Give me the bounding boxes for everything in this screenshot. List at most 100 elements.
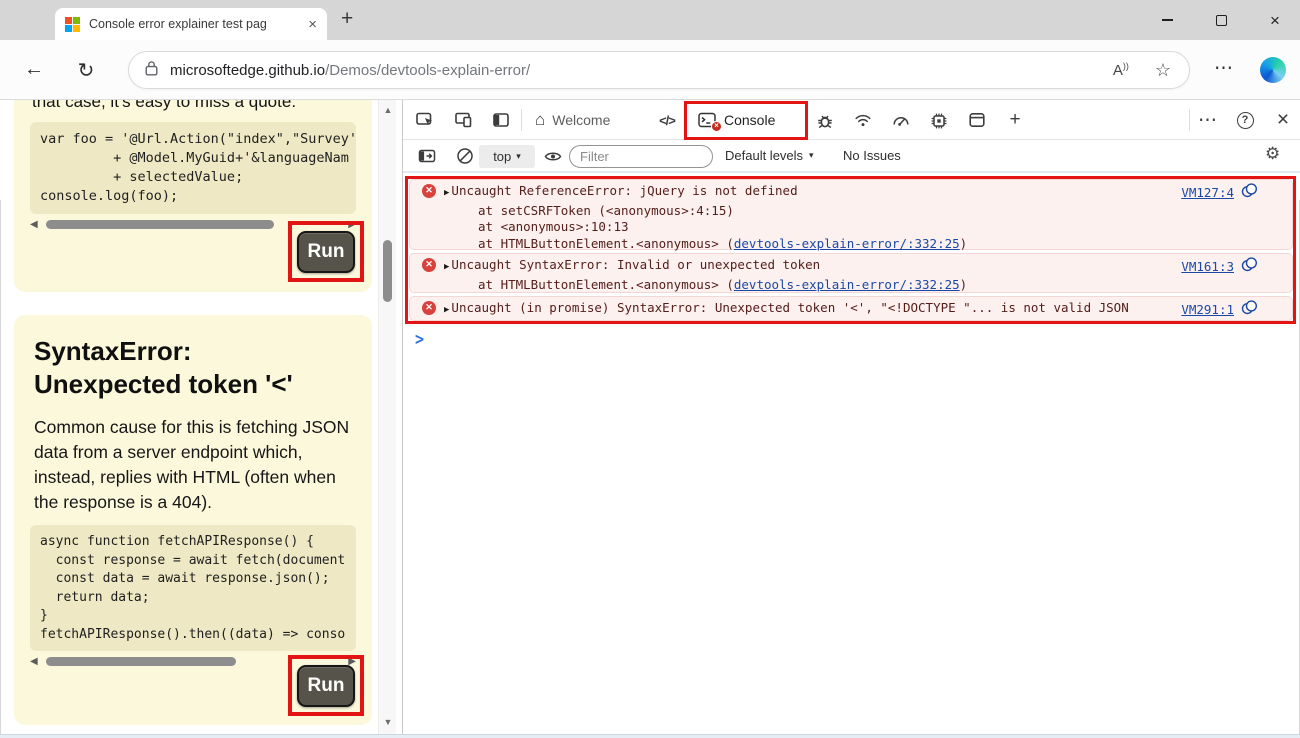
inspect-element-icon[interactable] — [413, 109, 437, 131]
error-text: Uncaught ReferenceError: jQuery is not d… — [451, 183, 1169, 200]
window-frame-edge — [0, 200, 1, 738]
navigation-bar: ← ↻ microsoftedge.github.io/Demos/devtoo… — [0, 40, 1300, 100]
url-path: /Demos/devtools-explain-error/ — [325, 62, 530, 79]
sources-code-icon[interactable]: </> — [655, 109, 679, 131]
chevron-down-icon: ▾ — [809, 150, 814, 161]
title-bar: Console error explainer test page × + × — [0, 0, 1300, 40]
code-line: + @Model.MyGuid+'&languageNam — [40, 150, 349, 166]
source-link[interactable]: devtools-explain-error/:332:25 — [734, 236, 960, 251]
source-link[interactable]: VM127:4 — [1181, 185, 1234, 202]
scroll-up-icon[interactable]: ▲ — [379, 105, 397, 115]
card2-code-block: async function fetchAPIResponse() { cons… — [30, 525, 356, 651]
microsoft-logo-icon — [65, 17, 80, 32]
console-sidebar-icon[interactable] — [415, 145, 439, 167]
address-bar[interactable]: microsoftedge.github.io/Demos/devtools-e… — [128, 51, 1190, 89]
error-icon: ✕ — [422, 258, 436, 272]
scrollbar-thumb[interactable] — [46, 220, 274, 229]
card2-paragraph: Common cause for this is fetching JSON d… — [34, 415, 352, 516]
browser-menu-icon[interactable]: ⋯ — [1214, 57, 1234, 80]
welcome-tab-label: Welcome — [552, 112, 610, 128]
console-settings-gear-icon[interactable]: ⚙ — [1265, 144, 1280, 164]
card1-code-block: var foo = '@Url.Action("index","Survey' … — [30, 122, 356, 214]
network-wifi-icon[interactable] — [851, 109, 875, 131]
console-error-message: ✕ ▶ Uncaught ReferenceError: jQuery is n… — [409, 179, 1293, 250]
activity-bar-layout-icon[interactable] — [489, 109, 513, 131]
console-error-message: ✕ ▶ Uncaught SyntaxError: Invalid or une… — [409, 253, 1293, 293]
run-button-2[interactable]: Run — [297, 665, 355, 707]
stack-frame: at HTMLButtonElement.<anonymous> (devtoo… — [416, 277, 1284, 294]
scrollbar-thumb[interactable] — [46, 657, 236, 666]
run-button-1[interactable]: Run — [297, 231, 355, 273]
error-card-2: SyntaxError:Unexpected token '<' Common … — [14, 315, 372, 725]
favorites-star-icon[interactable]: ☆ — [1155, 60, 1171, 81]
code-line: const data = await response.json(); — [40, 571, 330, 586]
window-close-button[interactable]: × — [1250, 0, 1300, 40]
copilot-explain-icon[interactable] — [1241, 300, 1258, 320]
webpage-viewport: that case, it's easy to miss a quote. va… — [0, 100, 402, 734]
refresh-button[interactable]: ↻ — [72, 58, 100, 83]
application-panel-icon[interactable] — [965, 109, 989, 131]
window-frame-bottom — [0, 734, 1300, 738]
url-host: microsoftedge.github.io — [170, 62, 325, 79]
copilot-explain-icon[interactable] — [1241, 183, 1258, 203]
console-error-message: ✕ ▶ Uncaught (in promise) SyntaxError: U… — [409, 296, 1293, 321]
expand-triangle-icon[interactable]: ▶ — [444, 185, 449, 202]
page-vertical-scrollbar[interactable]: ▲ ▼ — [378, 100, 396, 734]
scroll-left-icon[interactable]: ◀ — [30, 656, 38, 667]
callout-run-button-2: Run — [288, 655, 364, 716]
more-tools-plus-icon[interactable]: + — [1003, 109, 1027, 131]
copilot-explain-icon[interactable] — [1241, 257, 1258, 277]
error-text: Uncaught SyntaxError: Invalid or unexpec… — [451, 257, 1169, 274]
code-line: + selectedValue; — [40, 169, 243, 185]
live-expression-eye-icon[interactable] — [541, 145, 565, 167]
clear-console-icon[interactable] — [453, 145, 477, 167]
debugger-bug-icon[interactable] — [813, 109, 837, 131]
memory-chip-icon[interactable] — [927, 109, 951, 131]
devtools-close-icon[interactable]: × — [1271, 109, 1295, 131]
callout-run-button-1: Run — [288, 221, 364, 282]
issues-counter[interactable]: No Issues — [843, 148, 901, 163]
source-link[interactable]: devtools-explain-error/:332:25 — [734, 277, 960, 292]
console-error-badge: × — [711, 121, 722, 132]
devtools-help-icon[interactable]: ? — [1233, 109, 1257, 131]
browser-tab[interactable]: Console error explainer test page × — [55, 8, 327, 40]
log-levels-dropdown[interactable]: Default levels ▾ — [725, 148, 814, 163]
error-text: Uncaught (in promise) SyntaxError: Unexp… — [451, 300, 1169, 317]
code-line: } — [40, 608, 48, 623]
code-line: console.log(foo); — [40, 188, 178, 204]
expand-triangle-icon[interactable]: ▶ — [444, 259, 449, 276]
window-minimize-button[interactable] — [1142, 0, 1192, 40]
home-icon: ⌂ — [535, 110, 545, 130]
card2-heading: SyntaxError:Unexpected token '<' — [34, 335, 352, 402]
minimize-icon — [1162, 19, 1173, 21]
new-tab-button[interactable]: + — [341, 7, 353, 31]
window-maximize-button[interactable] — [1196, 0, 1246, 40]
tab-title: Console error explainer test page — [89, 17, 267, 31]
tab-welcome[interactable]: ⌂ Welcome — [535, 100, 610, 140]
devtools-more-options-icon[interactable]: ⋯ — [1196, 109, 1220, 131]
content-area: that case, it's easy to miss a quote. va… — [0, 100, 1300, 734]
tab-close-icon[interactable]: × — [308, 17, 317, 32]
browser-window: Console error explainer test page × + × … — [0, 0, 1300, 738]
code-line: return data; — [40, 590, 150, 605]
scroll-left-icon[interactable]: ◀ — [30, 219, 38, 230]
close-icon: × — [1270, 12, 1280, 29]
code-line: const response = await fetch(document — [40, 553, 345, 568]
console-prompt-chevron[interactable]: > — [415, 328, 424, 350]
copilot-icon[interactable] — [1260, 57, 1286, 83]
stack-frame: at setCSRFToken (<anonymous>:4:15) — [416, 203, 1284, 220]
scroll-down-icon[interactable]: ▼ — [379, 717, 397, 727]
scrollbar-thumb[interactable] — [383, 240, 392, 302]
tab-console[interactable]: × Console — [698, 100, 775, 140]
source-link[interactable]: VM161:3 — [1181, 259, 1234, 276]
device-emulation-icon[interactable] — [451, 109, 475, 131]
expand-triangle-icon[interactable]: ▶ — [444, 302, 449, 319]
back-button[interactable]: ← — [20, 58, 48, 81]
chevron-down-icon: ▾ — [516, 151, 521, 162]
card1-intro-text: that case, it's easy to miss a quote. — [32, 100, 354, 112]
console-filter-input[interactable] — [569, 145, 713, 168]
read-aloud-icon[interactable]: A)) — [1113, 61, 1129, 79]
context-selector-dropdown[interactable]: top ▾ — [479, 145, 535, 168]
performance-gauge-icon[interactable] — [889, 109, 913, 131]
source-link[interactable]: VM291:1 — [1181, 302, 1234, 319]
